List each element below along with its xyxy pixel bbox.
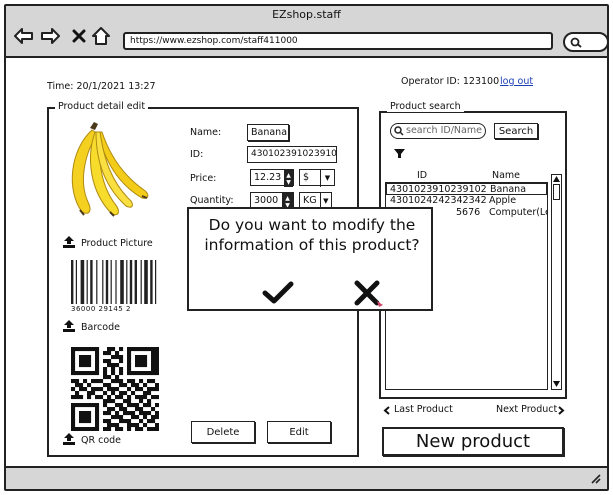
barcode-number: 36000 29145 2: [71, 305, 131, 313]
last-product-link[interactable]: Last Product: [394, 404, 453, 415]
close-icon[interactable]: [69, 26, 89, 46]
chevron-right-icon[interactable]: [558, 406, 565, 415]
id-label: ID:: [190, 149, 204, 160]
list-item[interactable]: 4301023910239102 Banana: [386, 183, 547, 195]
barcode-image: 36000 29145 2: [69, 260, 167, 314]
price-input[interactable]: 12.23 ▲ ▼: [250, 169, 294, 187]
cancel-x-button[interactable]: [353, 280, 385, 308]
results-scrollbar[interactable]: [551, 174, 562, 390]
search-icon: [570, 37, 582, 48]
chevron-down-icon: ▼: [320, 170, 334, 187]
scrollbar-thumb[interactable]: [553, 184, 560, 200]
upload-barcode-icon[interactable]: [62, 319, 76, 333]
confirm-dialog: Do you want to modify the information of…: [187, 207, 433, 311]
currency-select[interactable]: $ ▼: [299, 169, 335, 187]
confirm-message: Do you want to modify the information of…: [204, 216, 420, 254]
price-value: 12.23: [254, 172, 282, 183]
product-picture: [71, 122, 149, 217]
forward-icon[interactable]: [40, 26, 60, 46]
product-picture-label: Product Picture: [81, 238, 153, 249]
list-item[interactable]: 4301024242342342 Apple: [386, 195, 547, 206]
scroll-up-icon[interactable]: [553, 176, 560, 182]
search-button[interactable]: Search: [494, 123, 538, 139]
upload-qr-icon[interactable]: [62, 432, 76, 446]
filter-icon[interactable]: [394, 148, 405, 159]
time-display: Time: 20/1/2021 13:27: [47, 81, 156, 92]
search-icon: [394, 126, 404, 136]
back-icon[interactable]: [14, 26, 34, 46]
upload-picture-icon[interactable]: [62, 235, 76, 249]
name-label: Name:: [190, 127, 222, 138]
operator-id: Operator ID: 123100: [401, 76, 500, 87]
address-bar[interactable]: https://www.ezshop.com/staff411000: [123, 32, 553, 50]
next-product-link[interactable]: Next Product: [496, 404, 557, 415]
column-header-id[interactable]: ID: [417, 170, 427, 181]
name-input[interactable]: Banana: [247, 124, 289, 141]
currency-value: $: [303, 172, 310, 183]
edit-button[interactable]: Edit: [267, 421, 331, 443]
quantity-label: Quantity:: [190, 195, 234, 206]
browser-statusbar: [6, 466, 607, 489]
price-label: Price:: [190, 173, 217, 184]
unit-value: KG: [303, 195, 317, 206]
price-spinner[interactable]: ▲ ▼: [284, 170, 293, 187]
window-title: EZshop.staff: [272, 8, 341, 21]
product-search-legend: Product search: [387, 101, 464, 112]
resize-grip-icon[interactable]: [589, 472, 601, 484]
row-name: Computer(Le: [489, 207, 547, 218]
browser-titlebar: EZshop.staff https://www.ezshop.com/staf…: [6, 6, 609, 58]
row-name: Apple: [489, 195, 517, 206]
home-icon[interactable]: [91, 26, 111, 46]
new-product-button[interactable]: New product: [382, 427, 564, 456]
column-header-name[interactable]: Name: [492, 170, 520, 181]
scroll-down-icon[interactable]: [553, 381, 560, 387]
browser-search-box[interactable]: [563, 32, 609, 52]
row-id: 5676: [456, 207, 481, 218]
search-placeholder: search ID/Name: [406, 125, 482, 136]
qr-code-image: [71, 347, 159, 431]
product-search-input[interactable]: search ID/Name: [390, 123, 486, 139]
confirm-check-button[interactable]: [262, 281, 294, 305]
row-id: 4301023910239102: [390, 184, 487, 195]
id-input[interactable]: 4301023910239102: [247, 146, 337, 163]
quantity-value: 3000: [254, 195, 279, 206]
logout-link[interactable]: log out: [500, 76, 533, 87]
barcode-label: Barcode: [81, 322, 120, 333]
chevron-left-icon[interactable]: [383, 406, 390, 415]
row-name: Banana: [490, 184, 527, 195]
qr-code-label: QR code: [81, 435, 122, 446]
row-id: 4301024242342342: [390, 195, 487, 206]
delete-button[interactable]: Delete: [191, 421, 255, 443]
product-detail-legend: Product detail edit: [55, 101, 149, 112]
